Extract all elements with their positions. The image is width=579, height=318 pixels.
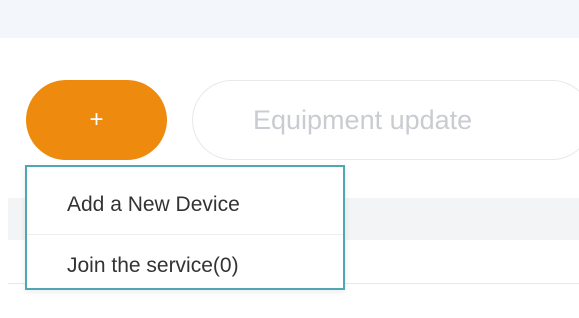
- add-button[interactable]: +: [26, 80, 167, 160]
- menu-item-label: Join the service(0): [67, 254, 239, 277]
- page: + Equipment update Add a New Device Join…: [0, 0, 579, 318]
- menu-item-join-service[interactable]: Join the service(0): [27, 236, 343, 296]
- top-bar: [0, 0, 579, 39]
- add-button-label: +: [89, 106, 104, 133]
- menu-item-label: Add a New Device: [67, 192, 240, 216]
- equipment-update-button[interactable]: Equipment update: [192, 80, 579, 160]
- equipment-update-label: Equipment update: [253, 104, 473, 135]
- menu-item-add-new-device[interactable]: Add a New Device: [27, 175, 343, 235]
- add-dropdown-menu: Add a New Device Join the service(0): [25, 165, 345, 290]
